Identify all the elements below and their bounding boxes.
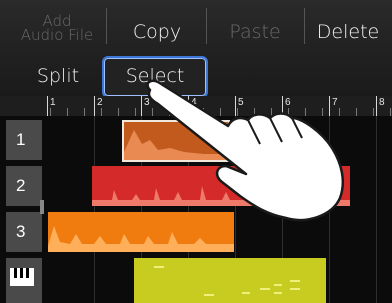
ruler-bar-line <box>47 96 48 116</box>
ruler-bar-line <box>94 96 95 116</box>
piano-keys-icon <box>10 268 34 286</box>
track-3-label[interactable]: 3 <box>6 212 42 252</box>
track-scrollbar[interactable] <box>40 200 44 214</box>
paste-button[interactable]: Paste <box>212 22 298 42</box>
midi-notes <box>154 266 300 296</box>
menu-divider <box>106 8 107 44</box>
add-audio-file-button[interactable]: Add Audio File <box>14 14 100 44</box>
ruler-bar-line <box>376 96 377 116</box>
add-audio-file-label-line2: Audio File <box>20 26 94 44</box>
ruler-bar-number: 1 <box>50 97 56 108</box>
pointing-hand-icon <box>146 79 344 222</box>
menu-divider <box>304 8 305 44</box>
bar-gridline <box>94 116 95 303</box>
midi-region-track-4[interactable] <box>134 258 326 303</box>
bar-gridline <box>376 116 377 303</box>
ruler-bar-number: 2 <box>97 97 103 108</box>
menu-divider <box>206 8 207 44</box>
split-button[interactable]: Split <box>18 66 98 86</box>
track-1-label[interactable]: 1 <box>6 120 42 160</box>
ruler-bar-number: 8 <box>379 97 385 108</box>
delete-button[interactable]: Delete <box>308 22 388 42</box>
track-2-label[interactable]: 2 <box>6 166 42 206</box>
copy-button[interactable]: Copy <box>112 22 202 42</box>
